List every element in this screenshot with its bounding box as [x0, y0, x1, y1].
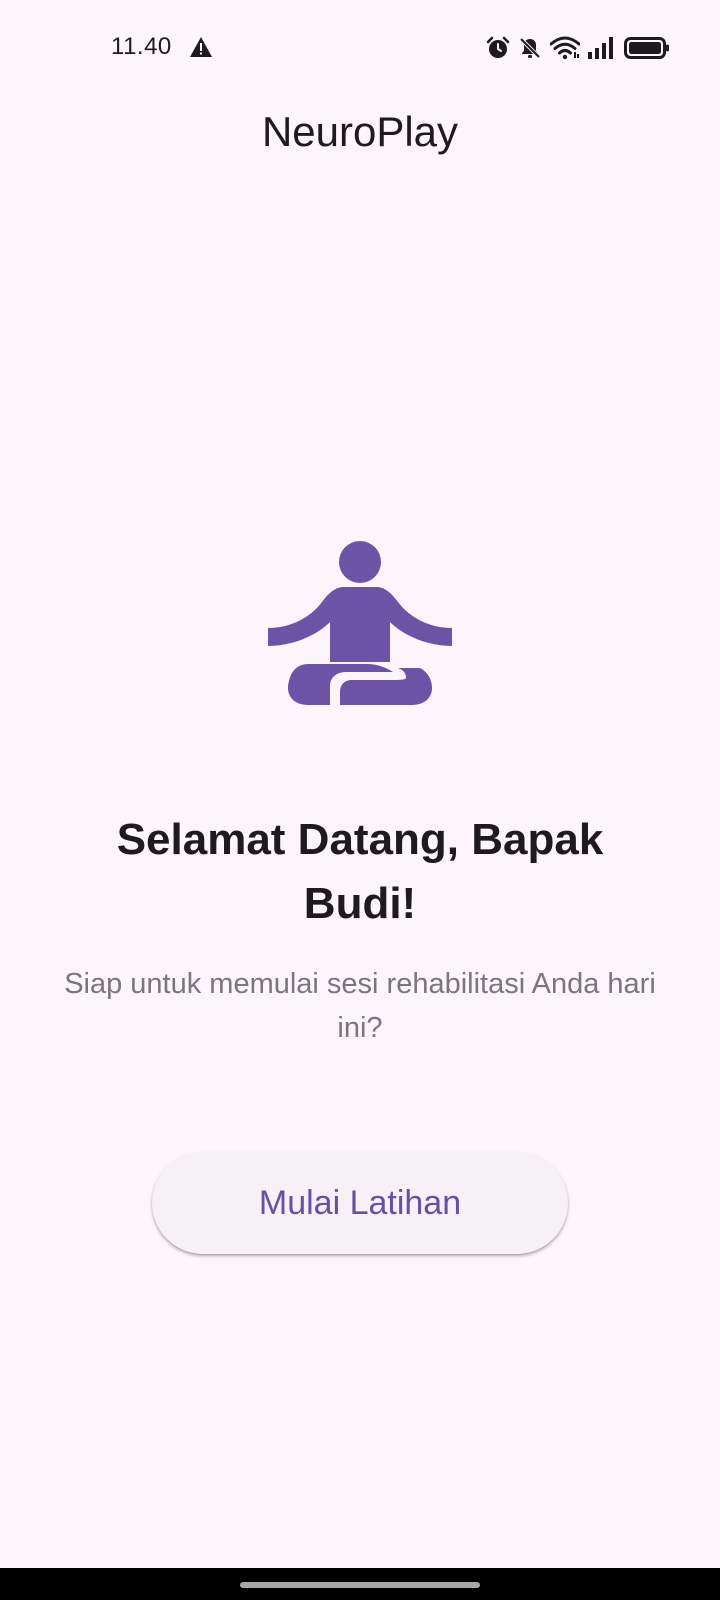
warning-icon: [190, 37, 212, 57]
app-title: NeuroPlay: [261, 108, 459, 155]
meditation-icon: [268, 541, 452, 705]
start-exercise-button[interactable]: Mulai Latihan: [152, 1152, 568, 1254]
status-bar: 11.40: [0, 0, 720, 96]
status-icons: [486, 34, 670, 62]
notifications-off-icon: [519, 37, 541, 59]
battery-icon: [624, 37, 669, 59]
signal-icon: [588, 37, 613, 59]
wifi-icon: [550, 36, 580, 60]
status-time: 11.40: [111, 33, 172, 60]
welcome-subtitle: Siap untuk memulai sesi rehabilitasi And…: [64, 968, 656, 1044]
home-gesture-handle[interactable]: [240, 1582, 480, 1588]
welcome-title: Selamat Datang, Bapak Budi!: [116, 815, 604, 928]
navigation-bar: [0, 1568, 720, 1600]
alarm-icon: [486, 36, 510, 58]
app-bar: NeuroPlay: [0, 96, 720, 176]
